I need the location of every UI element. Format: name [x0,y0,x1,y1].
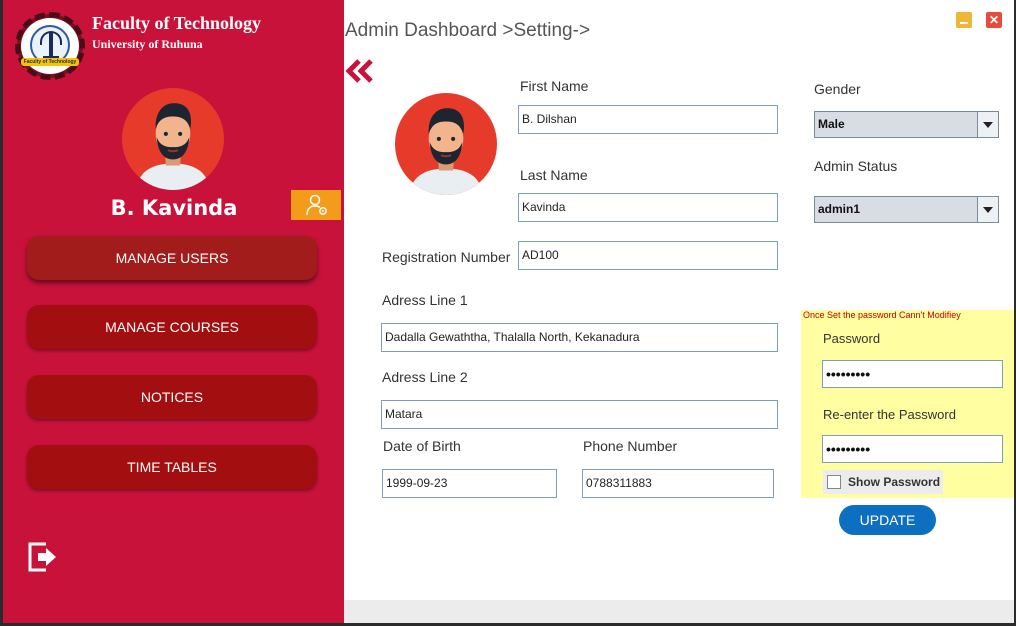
date-of-birth-label: Date of Birth [383,438,461,454]
admin-status-select[interactable]: admin1 [814,196,999,223]
gender-select[interactable]: Male [814,111,999,138]
registration-number-label: Registration Number [382,249,511,265]
back-button[interactable] [345,58,375,84]
password-warning-note: Once Set the password Cann't Modifiey [803,310,961,320]
registration-number-field[interactable]: AD100 [518,241,778,270]
address-line-1-field[interactable]: Dadalla Gewaththa, Thalalla North, Kekan… [381,323,778,352]
show-password-checkbox[interactable] [827,475,841,489]
profile-avatar [395,93,497,195]
profile-settings-button[interactable] [291,190,341,220]
nav-manage-courses-button[interactable]: MANAGE COURSES [27,305,317,349]
footer-strip [344,600,1014,623]
logout-icon [28,542,56,572]
logo-banner-text: Faculty of Technology [23,59,77,65]
reenter-password-label: Re-enter the Password [823,407,956,422]
avatar-illustration [136,103,210,190]
gender-label: Gender [814,81,861,97]
page-title: Admin Dashboard >Setting-> [345,20,591,41]
nav-manage-users-button[interactable]: MANAGE USERS [27,236,317,280]
university-name: University of Ruhuna [92,37,203,51]
password-field[interactable]: ••••••••• [822,360,1003,388]
faculty-title: Faculty of Technology [92,13,262,33]
show-password-label[interactable]: Show Password [848,475,940,489]
update-button[interactable]: UPDATE [839,505,936,535]
chevron-down-icon[interactable] [977,197,998,222]
admin-status-label: Admin Status [814,158,898,174]
nav-time-tables-button[interactable]: TIME TABLES [27,445,317,489]
double-chevron-left-icon [345,59,373,83]
nav-notices-button[interactable]: NOTICES [27,375,317,419]
phone-number-field[interactable]: 0788311883 [582,469,774,498]
avatar-illustration [409,108,483,195]
user-name: B. Kavinda [110,196,238,220]
first-name-field[interactable]: B. Dilshan [518,105,778,134]
password-label: Password [823,331,881,346]
chevron-down-icon[interactable] [977,112,998,137]
minimize-button[interactable] [956,12,972,28]
first-name-label: First Name [520,78,589,94]
admin-status-selected-value: admin1 [818,202,861,216]
user-gear-icon [306,194,327,216]
phone-number-label: Phone Number [583,438,678,454]
address-line-2-label: Adress Line 2 [382,369,468,385]
last-name-field[interactable]: Kavinda [518,193,778,222]
date-of-birth-field[interactable]: 1999-09-23 [382,469,557,498]
logo-banner: Faculty of Technology [21,58,79,66]
reenter-password-field[interactable]: ••••••••• [822,435,1003,463]
last-name-label: Last Name [520,167,588,183]
gender-selected-value: Male [818,117,845,131]
sidebar-avatar [122,88,224,190]
logo-tower-icon [43,32,59,59]
address-line-1-label: Adress Line 1 [382,292,468,308]
faculty-logo: Faculty of Technology [15,12,85,80]
close-button[interactable]: ✕ [986,12,1002,28]
logout-button[interactable] [26,538,58,574]
address-line-2-field[interactable]: Matara [381,400,778,429]
